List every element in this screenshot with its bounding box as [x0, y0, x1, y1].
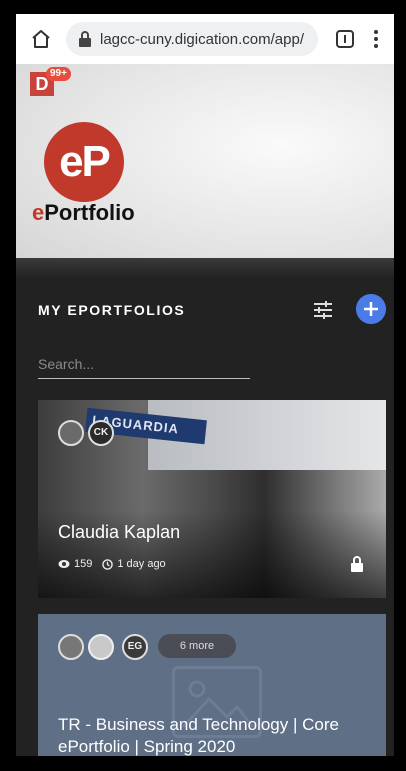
portfolio-card[interactable]: EG 6 more TR - Business and Technology |…	[38, 614, 386, 756]
card-meta: 159 1 day ago	[58, 558, 166, 570]
clock-icon	[102, 558, 114, 570]
brand-rest: Portfolio	[44, 200, 135, 225]
phone-screen: lagcc-cuny.digication.com/app/ D 99+ eP …	[16, 14, 394, 756]
home-icon[interactable]	[30, 28, 52, 50]
filter-icon[interactable]	[312, 300, 334, 320]
avatar-initials[interactable]: CK	[88, 420, 114, 446]
header-divider	[16, 258, 394, 278]
last-updated: 1 day ago	[117, 558, 166, 570]
search-input[interactable]	[38, 350, 250, 379]
logo-mark: eP	[59, 137, 111, 186]
avatar[interactable]	[58, 634, 84, 660]
panel-title: MY EPORTFOLIOS	[38, 302, 186, 318]
url-text: lagcc-cuny.digication.com/app/	[100, 30, 304, 48]
url-bar[interactable]: lagcc-cuny.digication.com/app/	[66, 22, 318, 56]
avatar[interactable]	[88, 634, 114, 660]
device-frame: lagcc-cuny.digication.com/app/ D 99+ eP …	[0, 0, 406, 771]
private-lock-icon	[351, 556, 363, 572]
avatar[interactable]	[58, 420, 84, 446]
more-members-pill[interactable]: 6 more	[158, 634, 236, 658]
eye-icon	[58, 560, 70, 568]
eportfolio-logo[interactable]: eP	[44, 122, 124, 202]
brand-name: ePortfolio	[32, 200, 135, 226]
view-count: 159	[74, 558, 93, 570]
add-portfolio-button[interactable]	[356, 294, 386, 324]
browser-toolbar: lagcc-cuny.digication.com/app/	[16, 14, 394, 64]
tabs-icon[interactable]	[334, 28, 356, 50]
notification-count-badge: 99+	[46, 67, 71, 81]
card-title[interactable]: Claudia Kaplan	[58, 522, 180, 543]
site-header: D 99+ eP ePortfolio	[16, 64, 394, 268]
card-title[interactable]: TR - Business and Technology | Core ePor…	[58, 714, 378, 756]
overflow-menu-icon[interactable]	[370, 28, 382, 50]
avatar-initials[interactable]: EG	[122, 634, 148, 660]
brand-e: e	[32, 200, 45, 225]
lock-icon	[79, 31, 91, 47]
portfolio-card[interactable]: LAGUARDIA CK Claudia Kaplan 159 1 day ag…	[38, 400, 386, 598]
